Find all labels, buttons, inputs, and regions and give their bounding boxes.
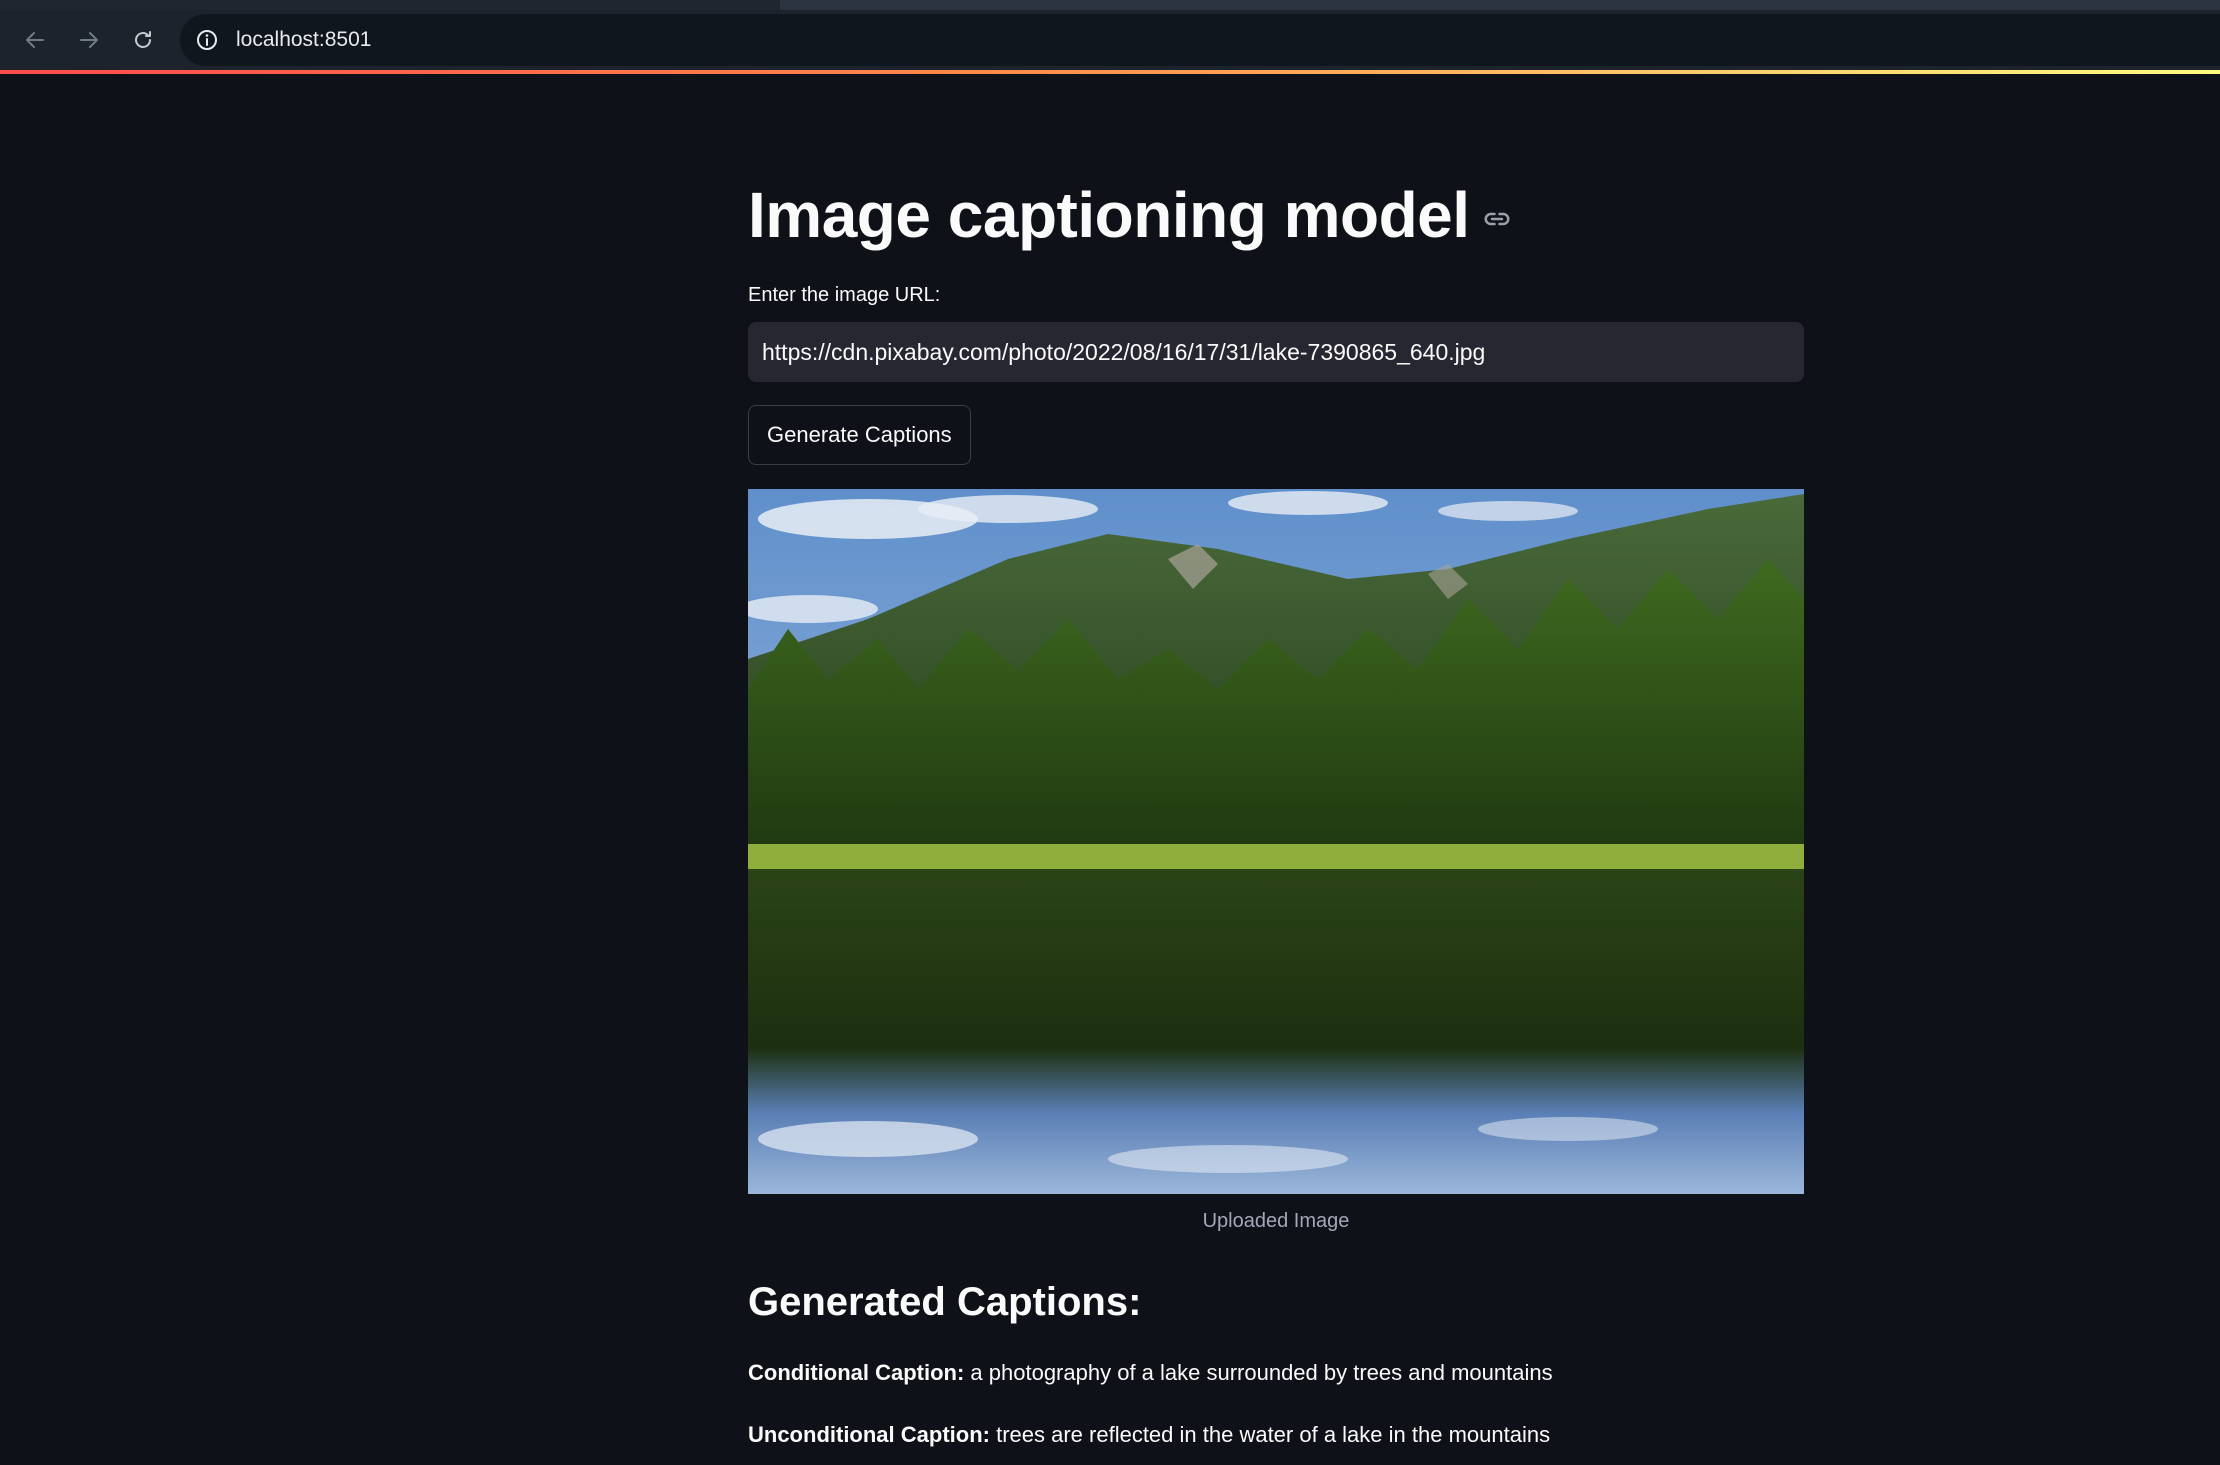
conditional-caption-label: Conditional Caption: <box>748 1360 965 1385</box>
url-input-label: Enter the image URL: <box>748 284 941 306</box>
forward-button[interactable] <box>68 19 110 61</box>
site-info-icon <box>197 30 217 50</box>
forward-arrow-icon <box>80 32 98 48</box>
anchor-link[interactable] <box>1482 204 1512 234</box>
page-title-row: Image captioning model <box>748 178 1512 252</box>
image-url-input[interactable] <box>748 322 1804 382</box>
address-bar[interactable]: localhost:8501 <box>180 14 2220 66</box>
reload-icon <box>135 31 151 48</box>
back-arrow-icon <box>26 32 44 48</box>
unconditional-caption: Unconditional Caption: trees are reflect… <box>748 1422 1550 1448</box>
reload-button[interactable] <box>122 19 164 61</box>
browser-active-tab[interactable] <box>0 0 780 10</box>
app-header-decoration <box>0 70 2220 74</box>
conditional-caption-text: a photography of a lake surrounded by tr… <box>970 1360 1553 1385</box>
generate-captions-button[interactable]: Generate Captions <box>748 405 971 465</box>
back-button[interactable] <box>14 19 56 61</box>
unconditional-caption-text: trees are reflected in the water of a la… <box>996 1422 1551 1447</box>
captions-heading: Generated Captions: <box>748 1280 1142 1324</box>
unconditional-caption-label: Unconditional Caption: <box>748 1422 990 1447</box>
image-caption: Uploaded Image <box>1202 1210 1350 1232</box>
browser-tab-strip <box>0 0 2220 10</box>
browser-toolbar: localhost:8501 <box>0 10 2220 70</box>
uploaded-image <box>748 489 1804 1194</box>
link-icon <box>1484 212 1509 226</box>
page-title: Image captioning model <box>748 179 1470 251</box>
site-info-button[interactable] <box>192 25 222 55</box>
conditional-caption: Conditional Caption: a photography of a … <box>748 1360 1553 1386</box>
address-url[interactable]: localhost:8501 <box>236 28 371 52</box>
